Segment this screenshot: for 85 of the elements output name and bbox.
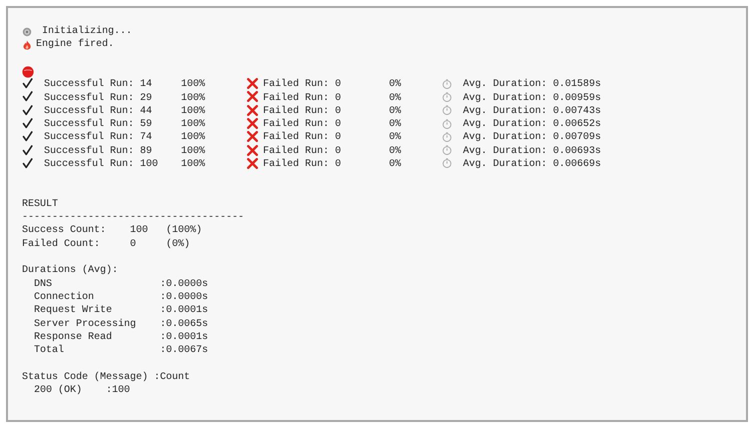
failed-run-text: Failed Run: 0 xyxy=(263,144,342,158)
failed-run-text: Failed Run: 0 xyxy=(263,158,342,172)
avg-duration-text: Avg. Duration: 0.00709s xyxy=(463,131,602,145)
count-value: 100 xyxy=(130,224,150,238)
duration-value: :0.0001s xyxy=(160,304,210,318)
ball-icon xyxy=(22,66,34,78)
percent-text: 100% xyxy=(181,92,206,105)
flame-icon xyxy=(22,40,32,50)
check-icon xyxy=(22,131,33,142)
gear-icon xyxy=(22,26,32,37)
percent-text: 0% xyxy=(389,92,402,105)
stopwatch-icon xyxy=(442,92,452,102)
duration-value: :0.0065s xyxy=(160,318,210,331)
stopwatch-icon xyxy=(442,132,452,142)
percent-text: 0% xyxy=(389,118,402,132)
avg-duration-text: Avg. Duration: 0.00693s xyxy=(463,144,602,158)
stopwatch-icon xyxy=(442,105,452,116)
count-label: Failed Count: xyxy=(22,238,102,252)
cross-icon xyxy=(247,158,258,169)
duration-value: :0.0000s xyxy=(160,290,210,304)
stopwatch-icon xyxy=(442,78,452,89)
avg-duration-text: Avg. Duration: 0.00743s xyxy=(463,104,602,118)
count-percent: (100%) xyxy=(166,224,204,238)
failed-run-text: Failed Run: 0 xyxy=(263,118,342,132)
stopwatch-icon xyxy=(442,145,452,156)
check-icon xyxy=(22,91,33,102)
duration-label: Server Processing xyxy=(34,318,138,331)
failed-run-text: Failed Run: 0 xyxy=(263,92,342,105)
duration-value: :0.0067s xyxy=(160,344,210,358)
result-heading: RESULT xyxy=(22,198,58,212)
percent-text: 0% xyxy=(389,158,402,172)
cross-icon xyxy=(247,144,258,156)
avg-duration-text: Avg. Duration: 0.00652s xyxy=(463,118,602,132)
check-icon xyxy=(22,158,33,169)
avg-duration-text: Avg. Duration: 0.00669s xyxy=(463,158,602,172)
percent-text: 100% xyxy=(181,144,206,158)
percent-text: 0% xyxy=(389,78,402,92)
cross-icon xyxy=(247,104,258,116)
count-percent: (0%) xyxy=(166,238,192,252)
duration-value: :0.0001s xyxy=(160,330,210,344)
duration-label: DNS xyxy=(34,278,54,291)
duration-label: Total xyxy=(34,344,66,358)
duration-label: Request Write xyxy=(34,304,114,318)
status-code: 200 (OK) xyxy=(34,384,84,398)
success-run-text: Successful Run: 89 xyxy=(44,144,154,158)
success-run-text: Successful Run: 59 xyxy=(44,118,154,132)
duration-value: :0.0000s xyxy=(160,278,210,291)
failed-run-text: Failed Run: 0 xyxy=(263,104,342,118)
log-line: Initializing... xyxy=(42,25,132,38)
cross-icon xyxy=(247,118,258,130)
check-icon xyxy=(22,104,33,116)
percent-text: 0% xyxy=(389,104,402,118)
success-run-text: Successful Run: 14 xyxy=(44,78,154,92)
duration-label: Connection xyxy=(34,290,96,304)
check-icon xyxy=(22,144,33,156)
avg-duration-text: Avg. Duration: 0.01589s xyxy=(463,78,602,92)
stopwatch-icon xyxy=(442,118,452,128)
cross-icon xyxy=(247,131,258,142)
percent-text: 100% xyxy=(181,104,206,118)
failed-run-text: Failed Run: 0 xyxy=(263,78,342,92)
cross-icon xyxy=(247,91,258,102)
percent-text: 100% xyxy=(181,131,206,145)
percent-text: 100% xyxy=(181,78,206,92)
success-run-text: Successful Run: 100 xyxy=(44,158,160,172)
status-count: :100 xyxy=(106,384,132,398)
success-run-text: Successful Run: 44 xyxy=(44,104,154,118)
dashed-rule: ------------------------------------- xyxy=(22,211,244,224)
percent-text: 0% xyxy=(389,144,402,158)
avg-duration-text: Avg. Duration: 0.00959s xyxy=(463,92,602,105)
percent-text: 0% xyxy=(389,131,402,145)
status-code-heading: Status Code (Message) :Count xyxy=(22,370,190,384)
count-value: 0 xyxy=(130,238,138,252)
log-line: Engine fired. xyxy=(36,38,114,52)
stopwatch-icon xyxy=(442,158,452,168)
check-icon xyxy=(22,78,33,90)
duration-label: Response Read xyxy=(34,330,114,344)
cross-icon xyxy=(247,78,258,90)
percent-text: 100% xyxy=(181,118,206,132)
count-label: Success Count: xyxy=(22,224,108,238)
success-run-text: Successful Run: 29 xyxy=(44,92,154,105)
success-run-text: Successful Run: 74 xyxy=(44,131,154,145)
failed-run-text: Failed Run: 0 xyxy=(263,131,342,145)
durations-heading: Durations (Avg): xyxy=(22,264,118,278)
check-icon xyxy=(22,118,33,130)
percent-text: 100% xyxy=(181,158,206,172)
